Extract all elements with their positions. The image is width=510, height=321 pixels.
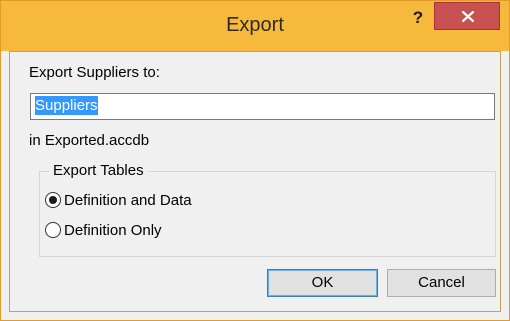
title-bar[interactable]: Export ? xyxy=(1,1,509,51)
dialog-body: Export Suppliers to: Suppliers in Export… xyxy=(9,51,501,312)
radio-definition-only[interactable]: Definition Only xyxy=(45,220,162,240)
radio-definition-and-data[interactable]: Definition and Data xyxy=(45,190,192,210)
radio-label: Definition Only xyxy=(64,221,162,239)
export-dialog: Export ? Export Suppliers to: Suppliers … xyxy=(0,0,510,321)
destination-label: in Exported.accdb xyxy=(29,132,150,149)
export-prompt-label: Export Suppliers to: xyxy=(29,64,160,81)
export-name-input[interactable]: Suppliers xyxy=(30,93,495,120)
ok-button[interactable]: OK xyxy=(267,269,378,297)
export-name-value: Suppliers xyxy=(35,96,98,115)
help-button[interactable]: ? xyxy=(405,7,431,31)
export-tables-group: Export Tables Definition and Data Defini… xyxy=(39,162,496,257)
cancel-button[interactable]: Cancel xyxy=(387,269,496,297)
close-button[interactable] xyxy=(434,2,500,30)
radio-selected-icon[interactable] xyxy=(45,192,61,208)
radio-label: Definition and Data xyxy=(64,191,192,209)
radio-unselected-icon[interactable] xyxy=(45,222,61,238)
group-title: Export Tables xyxy=(49,162,148,179)
close-icon xyxy=(462,11,474,22)
dialog-title: Export xyxy=(226,14,284,36)
